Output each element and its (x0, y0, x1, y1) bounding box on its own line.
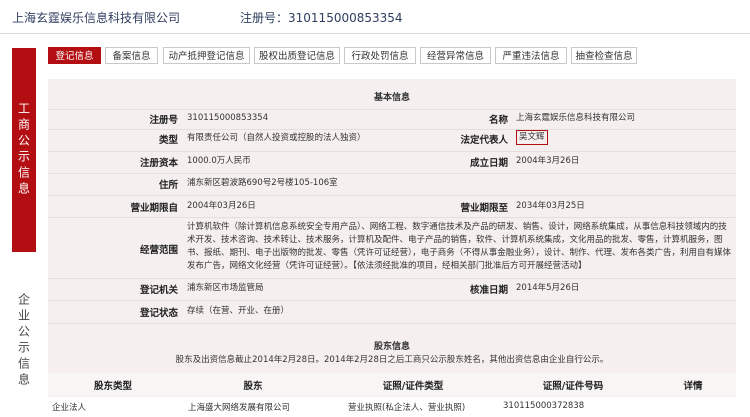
sidebar-item-label: 企业公示信息 (16, 293, 31, 389)
row-divider (48, 109, 736, 110)
column-header: 股东类型 (93, 381, 132, 392)
row-divider (48, 278, 736, 279)
legal-rep-value[interactable]: 吴文辉 (516, 130, 548, 145)
column-header: 股东 (243, 381, 263, 392)
term-from-label: 营业期限自 (130, 203, 178, 214)
row-divider (48, 151, 736, 152)
cert-type-cell: 营业执照(私企法人、营业执照) (348, 403, 466, 413)
address-value: 浦东新区碧波路690号2号楼105-106室 (187, 178, 338, 188)
shareholder-type-cell: 企业法人 (52, 403, 87, 413)
row-divider (48, 323, 736, 324)
approval-date-value: 2014年5月26日 (516, 283, 580, 293)
sidebar-item-label: 工商公示信息 (16, 102, 31, 198)
row-divider (48, 173, 736, 174)
capital-value: 1000.0万人民币 (187, 156, 251, 166)
type-label: 类型 (158, 135, 178, 146)
type-value: 有限责任公司（自然人投资或控股的法人独资） (187, 133, 366, 143)
sidebar-item-enterprise-disclosure[interactable]: 企业公示信息 (12, 266, 36, 416)
name-value: 上海玄霆娱乐信息科技有限公司 (516, 113, 636, 123)
column-header: 证照/证件类型 (382, 381, 444, 392)
shareholder-table-header: 股东类型 股东 证照/证件类型 证照/证件号码 详情 (48, 373, 736, 395)
scope-label: 经营范围 (139, 245, 178, 256)
header-bar: 上海玄霆娱乐信息科技有限公司 注册号：310115000853354 (12, 6, 732, 30)
tab-spot-check[interactable]: 抽查检查信息 (571, 47, 637, 64)
company-name: 上海玄霆娱乐信息科技有限公司 (12, 11, 181, 25)
shareholder-info-title: 股东信息 (373, 342, 410, 352)
basic-info-title: 基本信息 (373, 93, 410, 103)
shareholder-note: 股东及出资信息截止2014年2月28日。2014年2月28日之后工商只公示股东姓… (175, 355, 609, 365)
row-divider (48, 217, 736, 218)
address-label: 住所 (158, 180, 178, 191)
row-divider (48, 300, 736, 301)
capital-label: 注册资本 (139, 158, 178, 169)
cert-number-cell: 310115000372838 (503, 401, 585, 411)
status-label: 登记状态 (139, 308, 178, 319)
column-header: 证照/证件号码 (542, 381, 604, 392)
tab-filing[interactable]: 备案信息 (105, 47, 158, 64)
term-to-label: 营业期限至 (460, 203, 508, 214)
status-value: 存续（在营、开业、在册） (187, 306, 290, 316)
scope-value: 计算机软件（除计算机信息系统安全专用产品）、网络工程、数字通信技术及产品的研发、… (187, 222, 732, 271)
term-to-value: 2034年03月25日 (516, 201, 585, 211)
tab-admin-penalty[interactable]: 行政处罚信息 (344, 47, 416, 64)
row-divider (48, 129, 736, 130)
tab-abnormal-operation[interactable]: 经营异常信息 (420, 47, 491, 64)
tab-serious-violation[interactable]: 严重违法信息 (495, 47, 567, 64)
registration-panel: 基本信息 注册号 310115000853354 名称 上海玄霆娱乐信息科技有限… (48, 79, 736, 417)
registration-number: 注册号：310115000853354 (240, 11, 403, 25)
established-value: 2004年3月26日 (516, 156, 580, 166)
authority-label: 登记机关 (139, 285, 178, 296)
authority-value: 浦东新区市场监管局 (187, 283, 264, 293)
sidebar-item-public-registry[interactable]: 工商公示信息 (12, 48, 36, 252)
column-header: 详情 (683, 381, 703, 392)
reg-no-label: 注册号 (149, 115, 178, 126)
header-divider (0, 33, 750, 34)
shareholder-name-cell: 上海盛大网络发展有限公司 (188, 403, 291, 413)
row-divider (48, 195, 736, 196)
tab-equity-pledge[interactable]: 股权出质登记信息 (254, 47, 340, 64)
table-row: 企业法人 上海盛大网络发展有限公司 营业执照(私企法人、营业执照) 310115… (48, 397, 736, 417)
approval-date-label: 核准日期 (469, 285, 508, 296)
reg-no-value: 310115000853354 (187, 113, 269, 123)
established-label: 成立日期 (469, 158, 508, 169)
name-label: 名称 (488, 115, 508, 126)
tab-registration[interactable]: 登记信息 (48, 47, 101, 64)
term-from-value: 2004年03月26日 (187, 201, 256, 211)
legal-rep-label: 法定代表人 (460, 135, 508, 146)
tab-chattel-mortgage[interactable]: 动产抵押登记信息 (163, 47, 250, 64)
